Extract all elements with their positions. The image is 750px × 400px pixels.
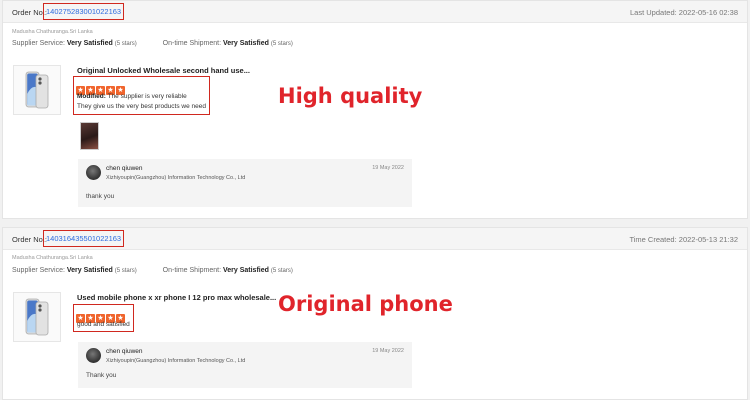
phone-image [25,298,49,336]
feedback-text: good and satisfied [77,321,130,328]
seller-name: chen qiuwen [106,165,143,172]
seller-company: Xizhiyoupin(Guangzhou) Information Techn… [106,358,246,364]
phone-image [25,71,49,109]
reply-date: 19 May 2022 [372,165,404,171]
seller-reply: chen qiuwen Xizhiyoupin(Guangzhou) Infor… [78,159,412,207]
promo-caption: Original phone [278,292,453,316]
ratings-row: Supplier Service: Very Satisfied (5 star… [12,40,293,47]
supplier-service-stars: (5 stars) [114,41,137,47]
feedback-line: Modified: The supplier is very reliable [77,93,187,100]
feedback-prefix: Modified: [77,93,106,100]
order-number-link[interactable]: 140275283001022163 [43,3,125,20]
order-header: Order No.: 140316435501022163 Time Creat… [3,228,747,250]
feedback-text: The supplier is very reliable [107,93,187,100]
reply-text: Thank you [86,372,117,379]
star-rating: ★ ★ ★ ★ ★ [76,79,126,95]
seller-company: Xizhiyoupin(Guangzhou) Information Techn… [106,175,246,181]
star-rating: ★ ★ ★ ★ ★ [76,307,126,323]
review-card: Order No.: 140316435501022163 Time Creat… [2,227,748,400]
shipment-value: Very Satisfied [222,40,269,47]
seller-name: chen qiuwen [106,348,143,355]
reply-date: 19 May 2022 [372,348,404,354]
promo-caption: High quality [278,84,423,108]
review-card: Order No.: 140275283001022163 Last Updat… [2,0,748,219]
shipment-stars: (5 stars) [270,41,293,47]
highlighted-feedback: ★ ★ ★ ★ ★ good and satisfied [73,304,134,332]
seller-reply: chen qiuwen Xizhiyoupin(Guangzhou) Infor… [78,342,412,388]
time-created-date: Time Created: 2022-05-13 21:32 [629,235,738,244]
avatar [86,165,101,180]
shipment-label: On-time Shipment: [162,267,222,274]
supplier-service-stars: (5 stars) [114,268,137,274]
shipment-stars: (5 stars) [270,268,293,274]
product-title-link[interactable]: Used mobile phone x xr phone I 12 pro ma… [77,293,276,302]
ratings-row: Supplier Service: Very Satisfied (5 star… [12,267,293,274]
shipment-label: On-time Shipment: [162,40,222,47]
avatar [86,348,101,363]
product-thumbnail[interactable] [13,65,61,115]
product-title-link[interactable]: Original Unlocked Wholesale second hand … [77,66,250,75]
buyer-name: Madusha Chathuranga.Sri Lanka [12,255,93,261]
order-number-link[interactable]: 140316435501022163 [43,230,125,247]
buyer-photo[interactable] [80,122,99,150]
supplier-service-label: Supplier Service: [12,40,65,47]
supplier-service-label: Supplier Service: [12,267,65,274]
highlighted-feedback: ★ ★ ★ ★ ★ Modified: The supplier is very rel… [73,76,210,115]
order-label: Order No.: [12,235,48,244]
product-thumbnail[interactable] [13,292,61,342]
order-label: Order No.: [12,8,48,17]
reply-text: thank you [86,193,115,200]
buyer-name: Madusha Chathuranga.Sri Lanka [12,29,93,35]
shipment-value: Very Satisfied [222,267,269,274]
supplier-service-value: Very Satisfied [66,267,113,274]
order-header: Order No.: 140275283001022163 Last Updat… [3,1,747,23]
supplier-service-value: Very Satisfied [66,40,113,47]
feedback-line-2: They give us the very best products we n… [77,103,206,110]
last-updated-date: Last Updated: 2022-05-16 02:38 [630,8,738,17]
